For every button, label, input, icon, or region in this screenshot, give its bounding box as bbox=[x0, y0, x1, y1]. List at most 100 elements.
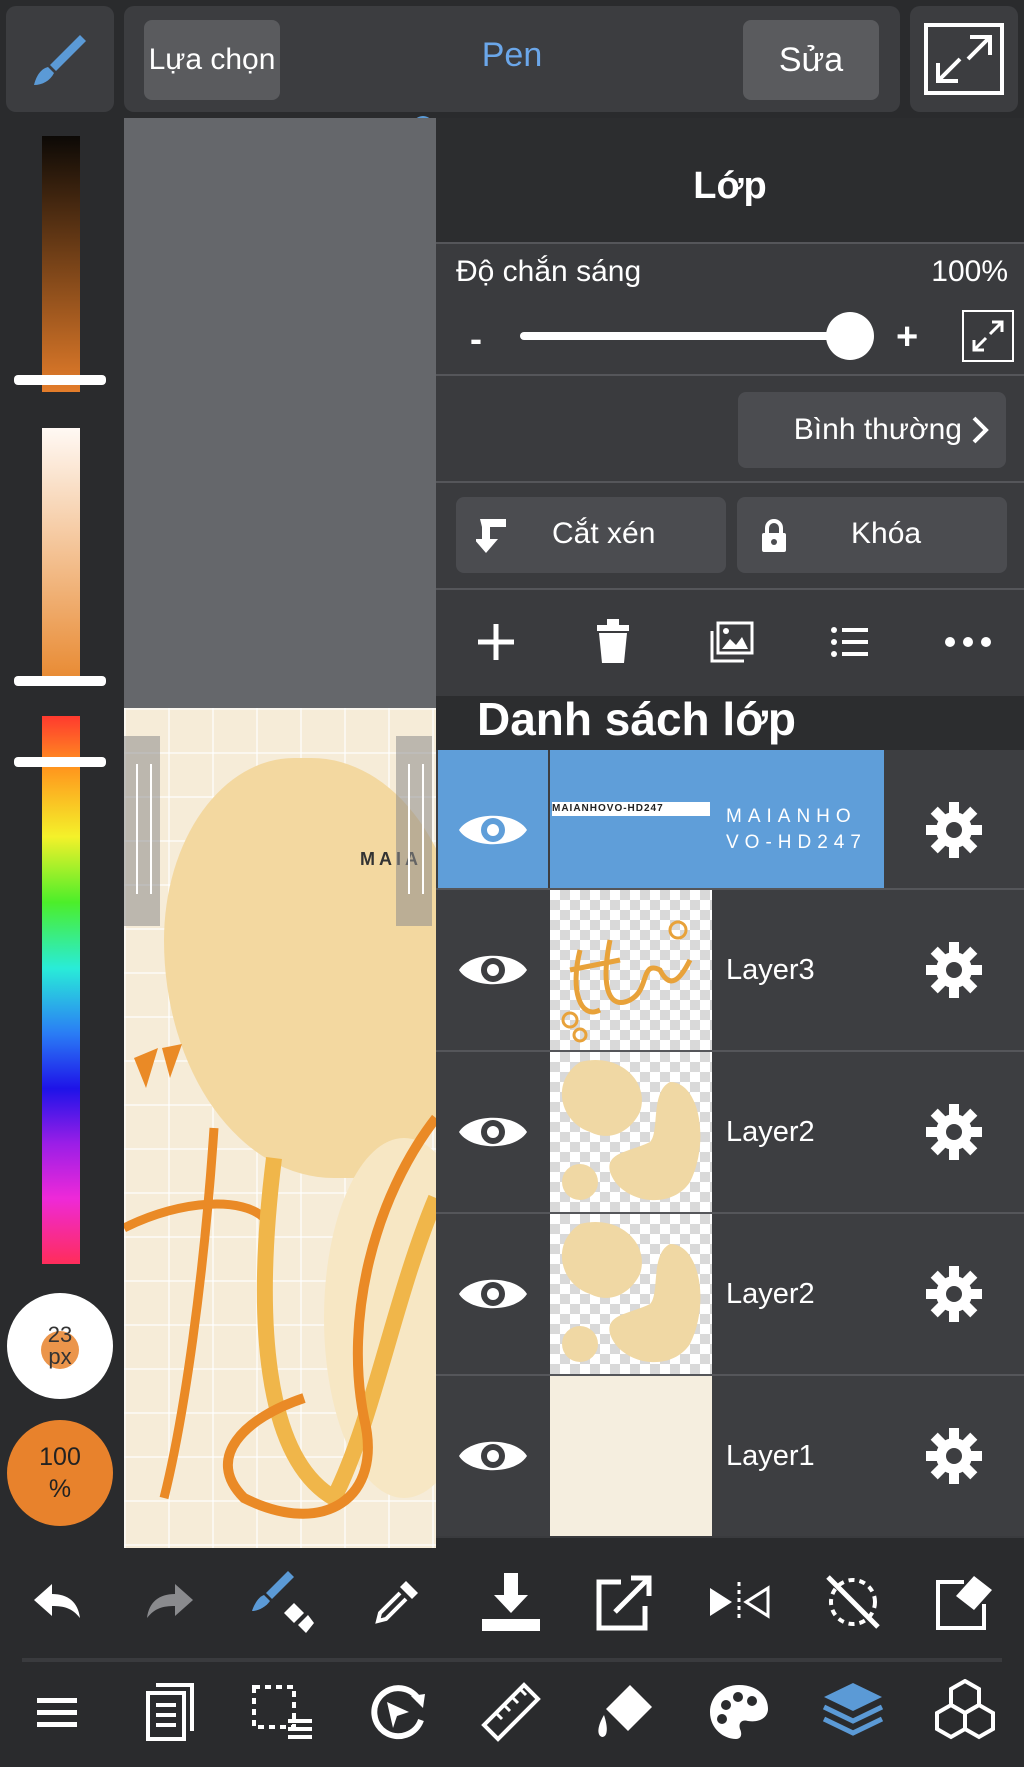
layer-image-button[interactable] bbox=[704, 614, 760, 670]
gear-icon bbox=[926, 1428, 982, 1484]
blend-mode-label: Bình thường bbox=[793, 413, 962, 446]
thumbnail-text: MAIANHOVO-HD247 bbox=[552, 802, 710, 816]
visibility-toggle[interactable] bbox=[438, 1376, 548, 1536]
menu-button[interactable] bbox=[12, 1672, 102, 1752]
brush-opacity-button[interactable]: 100 % bbox=[7, 1420, 113, 1526]
palette-icon bbox=[710, 1685, 768, 1739]
delete-layer-button[interactable] bbox=[585, 614, 641, 670]
eye-icon bbox=[459, 1279, 527, 1309]
clipping-button[interactable]: Cắt xén bbox=[456, 497, 726, 573]
save-download-icon bbox=[482, 1573, 540, 1631]
brightness-slider[interactable] bbox=[42, 136, 80, 392]
edit-button[interactable]: Sửa bbox=[743, 20, 879, 100]
pages-button[interactable] bbox=[125, 1672, 215, 1752]
divider bbox=[436, 242, 1024, 244]
lock-button[interactable]: Khóa bbox=[737, 497, 1007, 573]
layer-settings-button[interactable] bbox=[884, 1214, 1024, 1374]
layer-settings-button[interactable] bbox=[884, 1376, 1024, 1536]
undo-icon bbox=[34, 1584, 80, 1618]
redo-button[interactable] bbox=[125, 1562, 215, 1642]
opacity-value: 100% bbox=[931, 255, 1008, 288]
flip-icon bbox=[710, 1582, 770, 1622]
gear-icon bbox=[926, 802, 982, 858]
more-options-button[interactable] bbox=[940, 614, 996, 670]
divider bbox=[436, 588, 1024, 590]
flip-button[interactable] bbox=[694, 1562, 784, 1642]
clip-arrow-icon bbox=[476, 519, 506, 553]
blend-mode-button[interactable]: Bình thường bbox=[738, 392, 1006, 468]
brush-size-value: 23 bbox=[47, 1322, 73, 1347]
layer-settings-button[interactable] bbox=[884, 750, 1024, 910]
hue-handle[interactable] bbox=[14, 757, 106, 767]
fill-button[interactable] bbox=[580, 1672, 670, 1752]
opacity-slider-knob[interactable] bbox=[826, 312, 874, 360]
opacity-decrease-button[interactable]: - bbox=[470, 318, 482, 360]
more-icon bbox=[945, 637, 991, 647]
rotate-lock-button[interactable] bbox=[808, 1562, 898, 1642]
layer-thumbnail: MAIANHOVO-HD247 bbox=[550, 750, 712, 910]
add-layer-button[interactable] bbox=[468, 614, 524, 670]
current-tool-label[interactable]: Pen bbox=[420, 36, 604, 75]
ruler-button[interactable] bbox=[466, 1672, 556, 1752]
gear-icon bbox=[926, 1104, 982, 1160]
eraser-button[interactable] bbox=[920, 1562, 1010, 1642]
eyedropper-button[interactable] bbox=[352, 1562, 442, 1642]
materials-button[interactable] bbox=[920, 1672, 1010, 1752]
saturation-slider[interactable] bbox=[42, 428, 80, 680]
export-icon bbox=[596, 1575, 652, 1631]
layer-list-title: Danh sách lớp bbox=[477, 693, 796, 745]
save-download-button[interactable] bbox=[466, 1562, 556, 1642]
materials-icon bbox=[935, 1679, 995, 1740]
brush-opacity-unit: % bbox=[48, 1475, 72, 1503]
brightness-handle[interactable] bbox=[14, 375, 106, 385]
layer-settings-button[interactable] bbox=[884, 890, 1024, 1050]
opacity-increase-button[interactable]: + bbox=[896, 316, 918, 359]
saturation-handle[interactable] bbox=[14, 676, 106, 686]
divider bbox=[436, 374, 1024, 376]
visibility-toggle[interactable] bbox=[438, 750, 548, 910]
layer-name: Layer2 bbox=[726, 1277, 815, 1310]
undo-button[interactable] bbox=[12, 1562, 102, 1642]
drawing-canvas[interactable]: MAIA bbox=[124, 118, 436, 1548]
thumbnail-shapes bbox=[561, 1222, 701, 1363]
layer-name: Layer1 bbox=[726, 1439, 815, 1472]
layer-row[interactable]: MAIANHOVO-HD247 MAIANHO VO-HD247 bbox=[436, 750, 1024, 910]
export-button[interactable] bbox=[580, 1562, 670, 1642]
layers-button[interactable] bbox=[808, 1672, 898, 1752]
brush-transform-icon bbox=[252, 1571, 314, 1633]
palette-button[interactable] bbox=[694, 1672, 784, 1752]
image-icon bbox=[710, 621, 754, 663]
hue-slider[interactable] bbox=[42, 716, 80, 1264]
layer-list-button[interactable] bbox=[822, 614, 878, 670]
brush-transform-button[interactable] bbox=[238, 1562, 328, 1642]
layer-name: MAIANHO VO-HD247 bbox=[712, 750, 884, 910]
visibility-toggle[interactable] bbox=[438, 1052, 548, 1212]
opacity-expand-button[interactable] bbox=[962, 310, 1014, 362]
gear-icon bbox=[926, 1266, 982, 1322]
canvas-edge-handle-left[interactable] bbox=[124, 736, 160, 926]
layer-row[interactable]: Layer2 bbox=[436, 1052, 1024, 1212]
transform-button[interactable] bbox=[352, 1672, 442, 1752]
brush-size-button[interactable]: 23 px bbox=[7, 1293, 113, 1399]
selection-button[interactable]: Lựa chọn bbox=[144, 20, 280, 100]
layer-row[interactable]: Layer3 bbox=[436, 890, 1024, 1050]
opacity-slider[interactable] bbox=[520, 332, 850, 340]
divider bbox=[436, 481, 1024, 483]
selection-tool-button[interactable] bbox=[238, 1672, 328, 1752]
visibility-toggle[interactable] bbox=[438, 1214, 548, 1374]
layer-settings-button[interactable] bbox=[884, 1052, 1024, 1212]
transform-icon bbox=[371, 1685, 425, 1740]
fullscreen-icon bbox=[924, 23, 1004, 95]
layer-thumbnail bbox=[550, 1214, 712, 1374]
visibility-toggle[interactable] bbox=[438, 890, 548, 1050]
brush-tool-button[interactable] bbox=[6, 6, 114, 112]
fill-icon bbox=[598, 1685, 652, 1737]
pages-icon bbox=[146, 1683, 194, 1741]
fullscreen-button[interactable] bbox=[910, 6, 1018, 112]
layer-row[interactable]: Layer1 bbox=[436, 1376, 1024, 1536]
layer-row[interactable]: Layer2 bbox=[436, 1214, 1024, 1374]
rotate-lock-icon bbox=[826, 1575, 880, 1629]
canvas-edge-handle-right[interactable] bbox=[396, 736, 432, 926]
thumbnail-shapes bbox=[561, 1060, 701, 1201]
layers-icon bbox=[822, 1683, 884, 1736]
